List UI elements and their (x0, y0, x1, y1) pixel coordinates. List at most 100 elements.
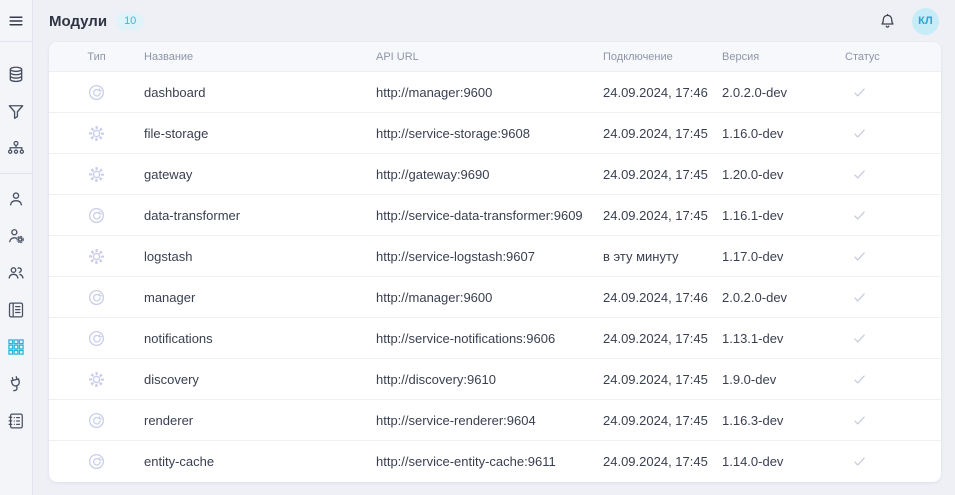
table-row[interactable]: discovery http://discovery:9610 24.09.20… (49, 359, 941, 400)
status-check-icon (845, 248, 941, 265)
table-row[interactable]: dashboard http://manager:9600 24.09.2024… (49, 72, 941, 113)
module-version: 1.16.0-dev (722, 126, 845, 141)
module-connection: 24.09.2024, 17:45 (603, 413, 722, 428)
table-row[interactable]: data-transformer http://service-data-tra… (49, 195, 941, 236)
sidebar-item-logs[interactable] (0, 402, 33, 439)
module-version: 1.20.0-dev (722, 167, 845, 182)
module-type-cell (49, 452, 144, 471)
sidebar-item-user-settings[interactable] (0, 217, 33, 254)
status-check-icon (845, 330, 941, 347)
module-version: 2.0.2.0-dev (722, 290, 845, 305)
sidebar (0, 0, 33, 495)
module-circle-icon (87, 452, 106, 471)
module-circle-icon (87, 329, 106, 348)
sidebar-item-connections[interactable] (0, 365, 33, 402)
module-api-url: http://service-renderer:9604 (376, 413, 603, 428)
sidebar-item-database[interactable] (0, 56, 33, 93)
module-connection: 24.09.2024, 17:45 (603, 454, 722, 469)
module-name: gateway (144, 167, 376, 182)
notebook-list-icon (6, 411, 26, 431)
column-header-version: Версия (722, 51, 845, 63)
sidebar-item-users[interactable] (0, 254, 33, 291)
sidebar-divider (0, 173, 33, 174)
column-header-type: Тип (49, 51, 144, 63)
modules-count-badge: 10 (116, 13, 144, 30)
module-status-cell (845, 330, 941, 347)
module-status-cell (845, 84, 941, 101)
status-check-icon (845, 207, 941, 224)
module-name: dashboard (144, 85, 376, 100)
table-row[interactable]: file-storage http://service-storage:9608… (49, 113, 941, 154)
table-row[interactable]: entity-cache http://service-entity-cache… (49, 441, 941, 482)
sidebar-item-filters[interactable] (0, 93, 33, 130)
module-api-url: http://service-entity-cache:9611 (376, 454, 603, 469)
module-circle-icon (87, 206, 106, 225)
users-group-icon (6, 263, 26, 283)
module-connection: 24.09.2024, 17:46 (603, 85, 722, 100)
hamburger-menu-icon (6, 11, 26, 31)
module-connection: 24.09.2024, 17:45 (603, 208, 722, 223)
module-circle-icon (87, 411, 106, 430)
sidebar-item-journal[interactable] (0, 291, 33, 328)
module-version: 1.16.3-dev (722, 413, 845, 428)
module-status-cell (845, 166, 941, 183)
page-title: Модули (49, 13, 107, 30)
status-check-icon (845, 412, 941, 429)
module-type-cell (49, 247, 144, 266)
status-check-icon (845, 453, 941, 470)
sidebar-item-hierarchy[interactable] (0, 130, 33, 167)
journal-book-icon (6, 300, 26, 320)
module-version: 1.9.0-dev (722, 372, 845, 387)
status-check-icon (845, 125, 941, 142)
gear-icon (87, 165, 106, 184)
table-header-row: Тип Название API URL Подключение Версия … (49, 42, 941, 72)
module-api-url: http://manager:9600 (376, 85, 603, 100)
module-api-url: http://service-data-transformer:9609 (376, 208, 603, 223)
table-row[interactable]: manager http://manager:9600 24.09.2024, … (49, 277, 941, 318)
module-version: 2.0.2.0-dev (722, 85, 845, 100)
module-connection: в эту минуту (603, 249, 722, 264)
module-circle-icon (87, 288, 106, 307)
module-version: 1.17.0-dev (722, 249, 845, 264)
table-row[interactable]: logstash http://service-logstash:9607 в … (49, 236, 941, 277)
user-avatar[interactable]: КЛ (912, 8, 939, 35)
column-header-connection: Подключение (603, 51, 722, 63)
module-name: discovery (144, 372, 376, 387)
module-type-cell (49, 83, 144, 102)
module-type-cell (49, 370, 144, 389)
module-connection: 24.09.2024, 17:45 (603, 126, 722, 141)
module-version: 1.16.1-dev (722, 208, 845, 223)
table-row[interactable]: notifications http://service-notificatio… (49, 318, 941, 359)
user-gear-icon (6, 226, 26, 246)
module-api-url: http://discovery:9610 (376, 372, 603, 387)
module-status-cell (845, 125, 941, 142)
database-icon (6, 65, 26, 85)
module-api-url: http://gateway:9690 (376, 167, 603, 182)
sidebar-item-modules[interactable] (0, 328, 33, 365)
module-connection: 24.09.2024, 17:45 (603, 167, 722, 182)
module-type-cell (49, 329, 144, 348)
module-type-cell (49, 165, 144, 184)
menu-toggle-button[interactable] (0, 6, 32, 36)
module-status-cell (845, 248, 941, 265)
status-check-icon (845, 166, 941, 183)
notifications-button[interactable] (878, 12, 897, 31)
modules-table-card: Тип Название API URL Подключение Версия … (49, 42, 941, 482)
status-check-icon (845, 289, 941, 306)
status-check-icon (845, 84, 941, 101)
user-icon (6, 189, 26, 209)
module-connection: 24.09.2024, 17:45 (603, 331, 722, 346)
module-name: notifications (144, 331, 376, 346)
sitemap-icon (6, 139, 26, 159)
module-name: data-transformer (144, 208, 376, 223)
module-version: 1.14.0-dev (722, 454, 845, 469)
table-row[interactable]: renderer http://service-renderer:9604 24… (49, 400, 941, 441)
column-header-api-url: API URL (376, 51, 603, 63)
modules-grid-icon (6, 337, 26, 357)
sidebar-item-user[interactable] (0, 180, 33, 217)
gear-icon (87, 124, 106, 143)
module-connection: 24.09.2024, 17:46 (603, 290, 722, 305)
filter-funnel-icon (6, 102, 26, 122)
module-api-url: http://service-logstash:9607 (376, 249, 603, 264)
table-row[interactable]: gateway http://gateway:9690 24.09.2024, … (49, 154, 941, 195)
